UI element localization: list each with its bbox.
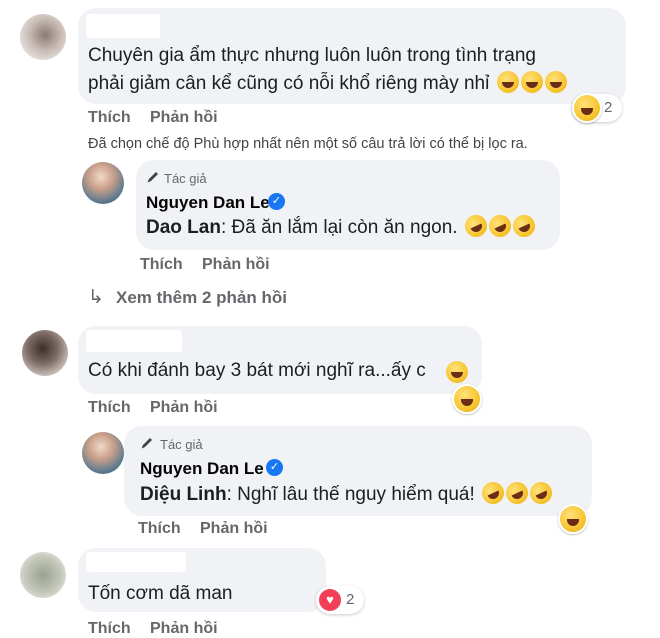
author-tag: Tác giả (164, 171, 207, 186)
commenter-avatar[interactable] (20, 552, 66, 598)
reply-button[interactable]: Phản hồi (150, 620, 218, 638)
laughing-emoji (478, 478, 508, 508)
laughing-emoji (446, 361, 468, 383)
commenter-avatar[interactable] (20, 14, 66, 60)
redacted-name (86, 552, 186, 572)
reaction-count: 2 (604, 99, 613, 116)
laughing-emoji (502, 478, 532, 508)
comment-text-line: phải giảm cân kể cũng có nỗi khổ riêng m… (88, 70, 567, 98)
comment-text: Tốn cơm dã man (88, 583, 233, 604)
mention-link[interactable]: Dao Lan (146, 217, 221, 238)
reply-button[interactable]: Phản hồi (150, 399, 218, 417)
haha-reaction-icon (572, 93, 602, 123)
author-name[interactable]: Nguyen Dan Le (146, 193, 270, 213)
like-button[interactable]: Thích (88, 109, 131, 127)
comment-text-line: Chuyên gia ẩm thực nhưng luôn luôn trong… (88, 45, 536, 66)
mention-link[interactable]: Diệu Linh (140, 484, 227, 505)
author-tag: Tác giả (160, 437, 203, 452)
haha-reaction-icon[interactable] (558, 504, 588, 534)
like-button[interactable]: Thích (88, 620, 131, 638)
redacted-name (86, 14, 160, 38)
pencil-icon (146, 170, 160, 184)
like-button[interactable]: Thích (88, 399, 131, 417)
like-button[interactable]: Thích (140, 256, 183, 274)
author-name[interactable]: Nguyen Dan Le (140, 459, 264, 479)
author-avatar[interactable] (82, 162, 124, 204)
reply-text-fragment: : Nghĩ lâu thế nguy hiểm quá! (226, 484, 475, 505)
verified-check-icon: ✓ (268, 193, 285, 210)
laughing-emoji (485, 211, 515, 241)
commenter-avatar[interactable] (22, 330, 68, 376)
reply-button[interactable]: Phản hồi (150, 109, 218, 127)
reply-arrow-icon: ↳ (88, 287, 104, 308)
laughing-emoji (526, 478, 556, 508)
love-reaction-icon: ♥ (319, 589, 341, 611)
comment-text: Có khi đánh bay 3 bát mới nghĩ ra...ấy c (88, 360, 426, 381)
redacted-name (86, 330, 182, 352)
view-more-replies[interactable]: Xem thêm 2 phản hồi (116, 288, 287, 308)
reply-button[interactable]: Phản hồi (200, 520, 268, 538)
filter-notice: Đã chọn chế độ Phù hợp nhất nên một số c… (88, 136, 528, 152)
reply-text: Diệu Linh: Nghĩ lâu thế nguy hiểm quá! (140, 478, 556, 509)
comment-text-fragment: phải giảm cân kể cũng có nỗi khổ riêng m… (88, 73, 490, 94)
reply-button[interactable]: Phản hồi (202, 256, 270, 274)
reaction-count: 2 (346, 591, 355, 608)
reply-text: Dao Lan: Đã ăn lắm lại còn ăn ngon. (146, 211, 539, 242)
haha-reaction-icon[interactable] (452, 384, 482, 414)
pencil-icon (140, 436, 154, 450)
laughing-emoji (461, 211, 491, 241)
laughing-emoji (496, 71, 519, 93)
verified-check-icon: ✓ (266, 459, 283, 476)
like-button[interactable]: Thích (138, 520, 181, 538)
laughing-emoji (509, 211, 539, 241)
author-avatar[interactable] (82, 432, 124, 474)
reply-text-fragment: : Đã ăn lắm lại còn ăn ngon. (220, 217, 458, 238)
laughing-emoji (520, 71, 543, 93)
laughing-emoji (544, 71, 567, 93)
